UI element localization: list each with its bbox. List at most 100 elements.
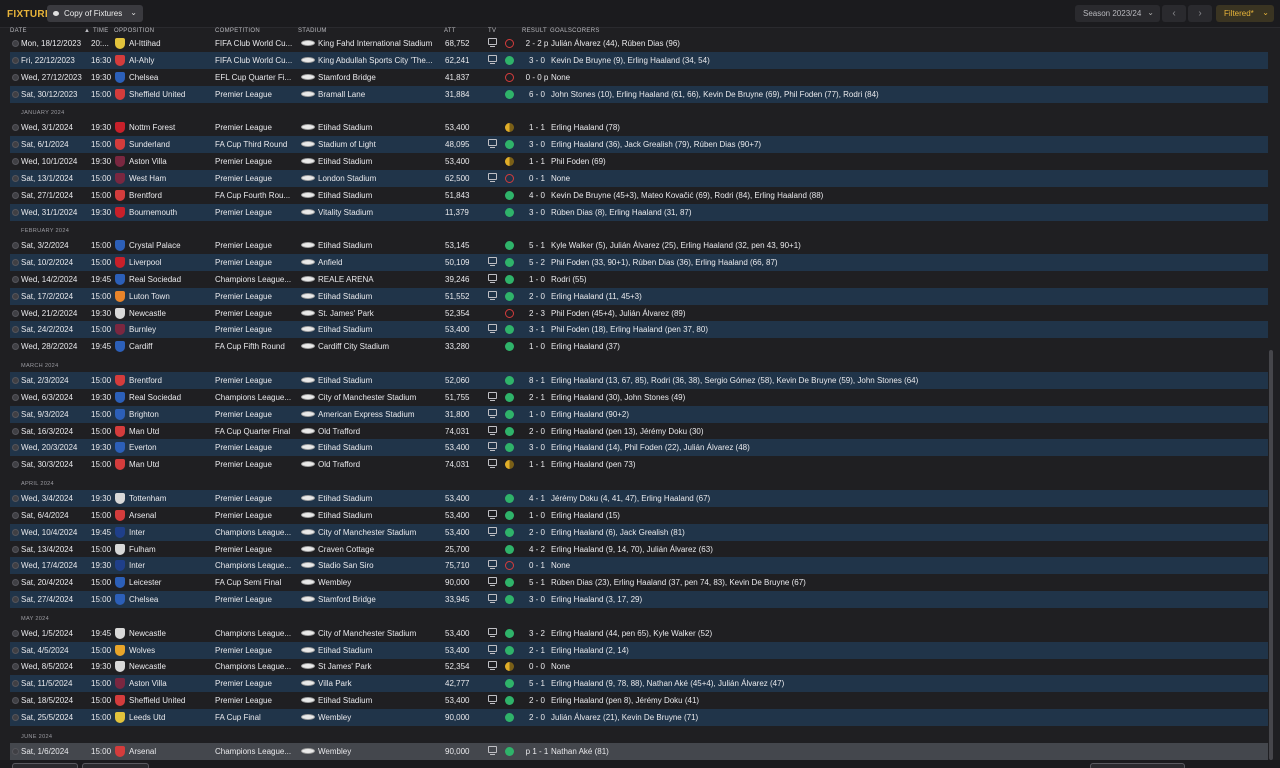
fixture-row[interactable]: Sat, 3/2/2024 15:00 Crystal Palace Premier … xyxy=(10,237,1268,254)
stadium-name[interactable]: St. James' Park xyxy=(318,309,374,318)
fixture-row[interactable]: Sat, 30/3/2024 15:00 Man Utd Premier League… xyxy=(10,456,1268,473)
fixture-row[interactable]: Sat, 25/5/2024 15:00 Leeds Utd FA Cup Final… xyxy=(10,709,1268,726)
opposition-name[interactable]: Inter xyxy=(129,561,145,570)
column-header-goalscorers[interactable]: GOALSCORERS xyxy=(550,28,600,37)
stadium-name[interactable]: Stamford Bridge xyxy=(318,595,376,604)
column-header-tv[interactable]: TV xyxy=(488,28,496,37)
fixture-row[interactable]: Sat, 10/2/2024 15:00 Liverpool Premier Leag… xyxy=(10,254,1268,272)
opposition-name[interactable]: West Ham xyxy=(129,174,166,183)
competition-name[interactable]: Champions League... xyxy=(215,528,291,537)
row-select-radio[interactable] xyxy=(12,377,19,384)
competition-name[interactable]: Premier League xyxy=(215,208,272,217)
row-select-radio[interactable] xyxy=(12,259,19,267)
fixture-row[interactable]: Wed, 17/4/2024 19:30 Inter Champions League… xyxy=(10,557,1268,575)
competition-name[interactable]: Premier League xyxy=(215,511,272,520)
stadium-name[interactable]: King Abdullah Sports City 'The... xyxy=(318,56,432,65)
stadium-name[interactable]: Old Trafford xyxy=(318,427,360,436)
row-select-radio[interactable] xyxy=(12,292,19,300)
competition-name[interactable]: Premier League xyxy=(215,123,272,132)
row-select-radio[interactable] xyxy=(12,73,19,81)
competition-name[interactable]: Premier League xyxy=(215,679,272,688)
row-select-radio[interactable] xyxy=(12,494,19,502)
fixture-row[interactable]: Wed, 3/1/2024 19:30 Nottm Forest Premier Le… xyxy=(10,119,1268,136)
competition-name[interactable]: Champions League... xyxy=(215,629,291,638)
opposition-name[interactable]: Aston Villa xyxy=(129,157,167,166)
opposition-name[interactable]: Chelsea xyxy=(129,73,158,82)
column-header-opposition[interactable]: OPPOSITION xyxy=(114,28,154,37)
fixture-row[interactable]: Sat, 27/1/2024 15:00 Brentford FA Cup Fourt… xyxy=(10,187,1268,204)
stadium-name[interactable]: Stadium of Light xyxy=(318,140,376,149)
competition-name[interactable]: Premier League xyxy=(215,157,272,166)
row-select-radio[interactable] xyxy=(12,444,19,452)
competition-name[interactable]: Premier League xyxy=(215,174,272,183)
stadium-name[interactable]: Stamford Bridge xyxy=(318,73,376,82)
row-select-radio[interactable] xyxy=(12,275,19,283)
opposition-name[interactable]: Al-Ittihad xyxy=(129,39,161,48)
row-select-radio[interactable] xyxy=(12,579,19,587)
opposition-name[interactable]: Al-Ahly xyxy=(129,56,154,65)
stadium-name[interactable]: Etihad Stadium xyxy=(318,443,372,452)
competition-name[interactable]: Champions League... xyxy=(215,275,291,284)
competition-name[interactable]: FA Cup Third Round xyxy=(215,140,287,149)
opposition-name[interactable]: Sheffield United xyxy=(129,90,185,99)
competition-name[interactable]: Premier League xyxy=(215,325,272,334)
competition-name[interactable]: Premier League xyxy=(215,241,272,250)
competition-name[interactable]: FA Cup Fourth Rou... xyxy=(215,191,290,200)
competition-name[interactable]: Premier League xyxy=(215,494,272,503)
view-selector[interactable]: Copy of Fixtures ⌄ xyxy=(47,5,143,22)
stadium-name[interactable]: Etihad Stadium xyxy=(318,494,372,503)
fixture-row[interactable]: Sat, 11/5/2024 15:00 Aston Villa Premier Le… xyxy=(10,675,1268,693)
row-select-radio[interactable] xyxy=(12,528,19,536)
fixture-row[interactable]: Wed, 10/1/2024 19:30 Aston Villa Premier Le… xyxy=(10,153,1268,170)
opposition-name[interactable]: Cardiff xyxy=(129,342,152,351)
competition-name[interactable]: Premier League xyxy=(215,292,272,301)
opposition-name[interactable]: Brighton xyxy=(129,410,159,419)
row-select-radio[interactable] xyxy=(12,663,19,671)
row-select-radio[interactable] xyxy=(12,124,19,132)
opposition-name[interactable]: Wolves xyxy=(129,646,155,655)
row-select-radio[interactable] xyxy=(12,680,19,688)
stadium-name[interactable]: City of Manchester Stadium xyxy=(318,393,416,402)
fixture-row[interactable]: Sat, 17/2/2024 15:00 Luton Town Premier Lea… xyxy=(10,287,1268,305)
stadium-name[interactable]: Wembley xyxy=(318,578,351,587)
opposition-name[interactable]: Crystal Palace xyxy=(129,241,181,250)
opposition-name[interactable]: Tottenham xyxy=(129,494,166,503)
filter-button[interactable]: Filtered* ⌄ xyxy=(1216,5,1274,22)
stadium-name[interactable]: Wembley xyxy=(318,747,351,756)
stadium-name[interactable]: American Express Stadium xyxy=(318,410,414,419)
fixture-row[interactable]: Sat, 6/1/2024 15:00 Sunderland FA Cup Third… xyxy=(10,136,1268,154)
stadium-name[interactable]: Wembley xyxy=(318,713,351,722)
column-header-date[interactable]: DATE xyxy=(10,28,27,37)
competition-name[interactable]: Premier League xyxy=(215,258,272,267)
stadium-name[interactable]: Etihad Stadium xyxy=(318,696,372,705)
fixture-row[interactable]: Sat, 30/12/2023 15:00 Sheffield United Prem… xyxy=(10,85,1268,103)
fixture-row[interactable]: Fri, 22/12/2023 16:30 Al-Ahly FIFA Club Wor… xyxy=(10,51,1268,69)
fixture-row[interactable]: Sat, 13/4/2024 15:00 Fulham Premier League C… xyxy=(10,541,1268,558)
stadium-name[interactable]: Villa Park xyxy=(318,679,352,688)
stadium-name[interactable]: Etihad Stadium xyxy=(318,241,372,250)
fixture-row[interactable]: Sat, 24/2/2024 15:00 Burnley Premier League… xyxy=(10,321,1268,339)
stadium-name[interactable]: Bramall Lane xyxy=(318,90,365,99)
fixture-row[interactable]: Wed, 6/3/2024 19:30 Real Sociedad Champions… xyxy=(10,389,1268,406)
competition-name[interactable]: Premier League xyxy=(215,376,272,385)
competition-name[interactable]: FA Cup Semi Final xyxy=(215,578,281,587)
row-select-radio[interactable] xyxy=(12,461,19,469)
row-select-radio[interactable] xyxy=(12,596,19,604)
stadium-name[interactable]: London Stadium xyxy=(318,174,376,183)
opposition-name[interactable]: Chelsea xyxy=(129,595,158,604)
competition-name[interactable]: Premier League xyxy=(215,646,272,655)
stadium-name[interactable]: Old Trafford xyxy=(318,460,360,469)
opposition-name[interactable]: Arsenal xyxy=(129,747,156,756)
row-select-radio[interactable] xyxy=(12,646,19,654)
row-select-radio[interactable] xyxy=(12,157,19,165)
row-select-radio[interactable] xyxy=(12,56,19,64)
opposition-name[interactable]: Leeds Utd xyxy=(129,713,165,722)
fixture-row[interactable]: Sat, 20/4/2024 15:00 Leicester FA Cup Semi … xyxy=(10,574,1268,591)
row-select-radio[interactable] xyxy=(12,714,19,721)
opposition-name[interactable]: Arsenal xyxy=(129,511,156,520)
fixture-row[interactable]: Wed, 3/4/2024 19:30 Tottenham Premier Leagu… xyxy=(10,489,1268,507)
fixture-row[interactable]: Sat, 4/5/2024 15:00 Wolves Premier League Et… xyxy=(10,641,1268,659)
row-select-radio[interactable] xyxy=(12,393,19,401)
stadium-name[interactable]: Etihad Stadium xyxy=(318,511,372,520)
competition-name[interactable]: Champions League... xyxy=(215,561,291,570)
